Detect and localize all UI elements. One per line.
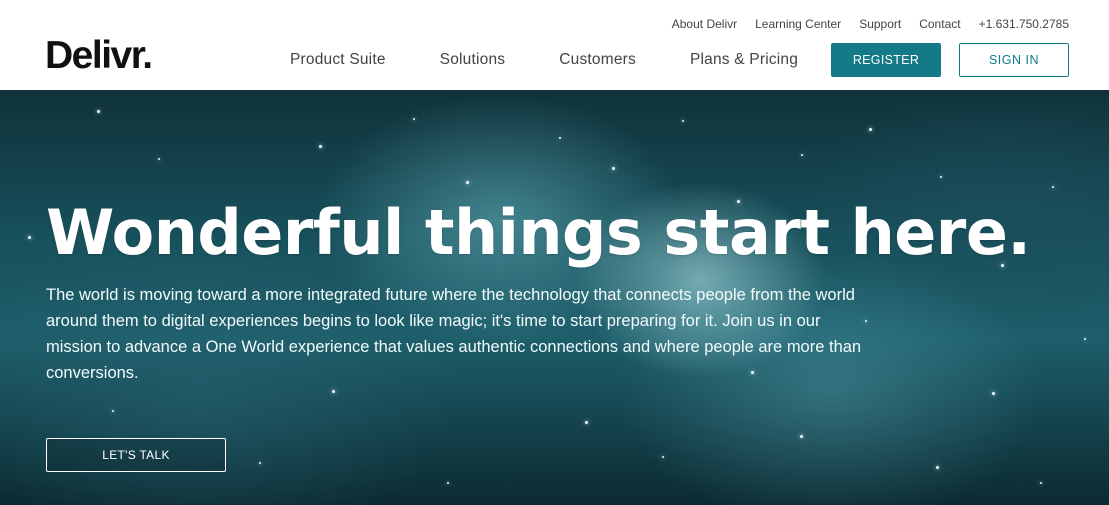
star	[662, 456, 664, 458]
star	[559, 137, 561, 139]
register-button[interactable]: REGISTER	[831, 43, 941, 77]
star	[259, 462, 261, 464]
utility-link-learning-center[interactable]: Learning Center	[755, 16, 841, 32]
star	[1084, 338, 1086, 340]
utility-nav: About Delivr Learning Center Support Con…	[654, 16, 1069, 32]
star	[447, 482, 449, 484]
nav-item-customers[interactable]: Customers	[559, 50, 636, 70]
star	[800, 435, 803, 438]
star	[940, 176, 942, 178]
star	[936, 466, 939, 469]
lets-talk-button[interactable]: LET'S TALK	[46, 438, 226, 472]
hero-body-text: The world is moving toward a more integr…	[46, 286, 862, 382]
delivr-logo[interactable]: Delivr.	[45, 34, 153, 78]
utility-link-contact[interactable]: Contact	[919, 16, 960, 32]
star	[992, 392, 995, 395]
utility-link-about[interactable]: About Delivr	[672, 16, 737, 32]
star	[28, 236, 31, 239]
nav-item-solutions[interactable]: Solutions	[440, 50, 506, 70]
utility-link-support[interactable]: Support	[859, 16, 901, 32]
main-nav: Product Suite Solutions Customers Plans …	[290, 50, 852, 70]
star	[319, 145, 322, 148]
sign-in-button[interactable]: SIGN IN	[959, 43, 1069, 77]
hero-section: Wonderful things start here. The world i…	[0, 90, 1109, 505]
star	[158, 158, 160, 160]
star	[413, 118, 415, 120]
hero-title: Wonderful things start here.	[46, 196, 1031, 269]
star	[585, 421, 588, 424]
star	[869, 128, 872, 131]
star	[97, 110, 100, 113]
star	[1040, 482, 1042, 484]
star	[466, 181, 469, 184]
site-header: Delivr. About Delivr Learning Center Sup…	[0, 0, 1109, 90]
star	[682, 120, 684, 122]
star	[1052, 186, 1054, 188]
nav-item-product-suite[interactable]: Product Suite	[290, 50, 386, 70]
utility-link-phone[interactable]: +1.631.750.2785	[979, 16, 1069, 32]
star	[801, 154, 803, 156]
star	[612, 167, 615, 170]
star	[332, 390, 335, 393]
star	[112, 410, 114, 412]
nav-item-plans-pricing[interactable]: Plans & Pricing	[690, 50, 798, 70]
